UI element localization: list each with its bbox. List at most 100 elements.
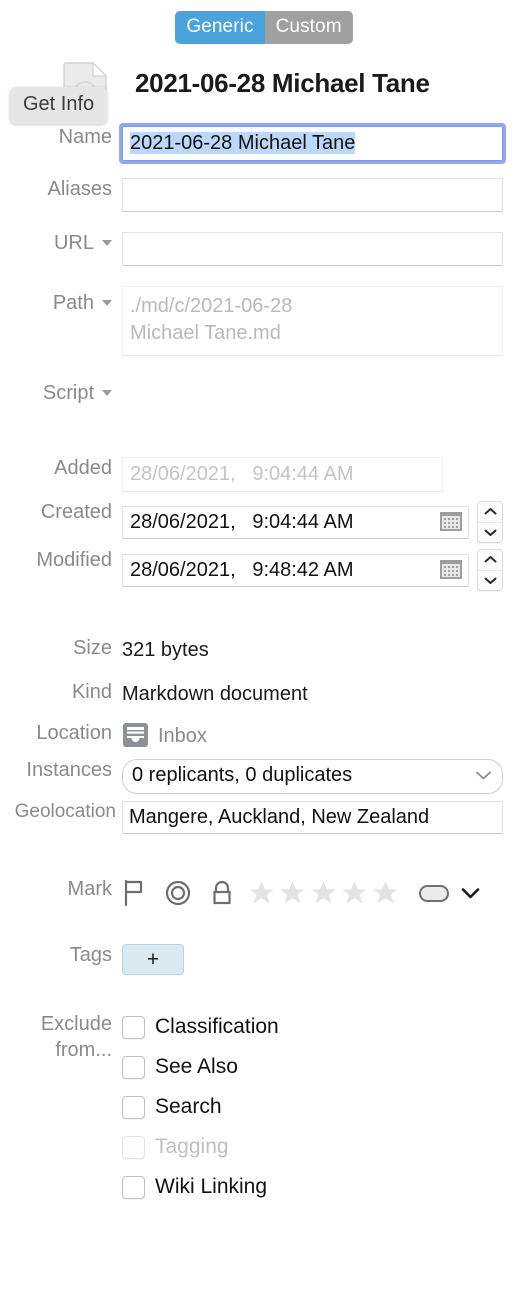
document-header: D Get Info 2021-06-28 Michael Tane — [0, 58, 528, 124]
label-color-pill[interactable] — [419, 884, 449, 902]
kind-value: Markdown document — [122, 683, 308, 705]
field-row-added: Added 28/06/2021, 9:04:44 AM — [0, 457, 528, 492]
star-icon[interactable] — [370, 879, 401, 907]
field-row-mark: Mark — [0, 878, 528, 907]
field-row-location: Location Inbox — [0, 722, 528, 748]
path-input[interactable]: ./md/c/2021-06-28 Michael Tane.md — [122, 286, 503, 356]
aliases-label: Aliases — [47, 178, 112, 200]
instances-label: Instances — [26, 759, 112, 781]
bullseye-icon[interactable] — [163, 879, 193, 907]
field-row-tags: Tags + — [0, 944, 528, 975]
created-stepper[interactable] — [477, 501, 503, 543]
checkbox-row-see-also[interactable]: See Also — [122, 1047, 503, 1087]
instances-value: 0 replicants, 0 duplicates — [132, 764, 353, 786]
created-date-value: 28/06/2021, 9:04:44 AM — [130, 510, 354, 533]
add-tag-button[interactable]: + — [122, 944, 184, 975]
path-line-1: ./md/c/2021-06-28 — [130, 295, 293, 317]
tags-label: Tags — [69, 944, 112, 966]
flag-icon[interactable] — [122, 879, 146, 907]
exclude-from-label-line1: Exclude — [40, 1013, 112, 1035]
path-menu-chevron-down-icon[interactable] — [102, 300, 112, 306]
exclude-from-label: Exclude from... — [0, 1007, 122, 1063]
created-stepper-down[interactable] — [478, 523, 502, 543]
modified-stepper[interactable] — [477, 549, 503, 591]
checkbox-row-wiki-linking[interactable]: Wiki Linking — [122, 1167, 503, 1207]
created-stepper-up[interactable] — [478, 502, 502, 523]
checkbox-wiki-linking[interactable] — [122, 1175, 145, 1199]
field-row-script: Script — [0, 382, 528, 405]
modified-label: Modified — [36, 549, 112, 571]
field-row-modified: Modified 28/06/2021, 9:48:42 AM — [0, 549, 528, 591]
size-value: 321 bytes — [122, 639, 209, 661]
chevron-down-icon[interactable] — [460, 886, 481, 900]
field-row-aliases: Aliases — [0, 178, 528, 212]
calendar-icon[interactable] — [438, 559, 464, 581]
script-menu-chevron-down-icon[interactable] — [102, 390, 112, 396]
name-input[interactable]: 2021-06-28 Michael Tane — [119, 123, 506, 164]
tab-generic[interactable]: Generic — [175, 11, 265, 44]
url-input[interactable] — [122, 232, 503, 266]
checkbox-label-search: Search — [155, 1095, 222, 1118]
chevron-down-icon — [484, 577, 496, 584]
added-label: Added — [54, 457, 112, 479]
modified-date-value: 28/06/2021, 9:48:42 AM — [130, 558, 354, 581]
geolocation-input[interactable]: Mangere, Auckland, New Zealand — [122, 801, 503, 834]
path-label-text: Path — [52, 292, 94, 314]
created-date-input[interactable]: 28/06/2021, 9:04:44 AM — [122, 505, 469, 539]
path-label: Path — [0, 286, 122, 315]
chevron-down-icon — [484, 529, 496, 536]
field-row-path: Path ./md/c/2021-06-28 Michael Tane.md — [0, 286, 528, 356]
field-row-exclude-from: Exclude from... Classification See Also … — [0, 1007, 528, 1207]
kind-label: Kind — [71, 681, 112, 703]
star-icon[interactable] — [277, 879, 308, 907]
location-value: Inbox — [158, 724, 207, 747]
url-menu-chevron-down-icon[interactable] — [102, 240, 112, 246]
field-row-created: Created 28/06/2021, 9:04:44 AM — [0, 501, 528, 543]
name-input-value: 2021-06-28 Michael Tane — [130, 132, 356, 154]
page-title: 2021-06-28 Michael Tane — [135, 68, 430, 98]
get-info-tooltip: Get Info — [10, 87, 108, 124]
exclude-from-label-line2: from... — [55, 1038, 112, 1061]
aliases-input[interactable] — [122, 178, 503, 212]
checkbox-search[interactable] — [122, 1095, 145, 1119]
field-row-size: Size 321 bytes — [0, 637, 528, 662]
modified-stepper-up[interactable] — [478, 550, 502, 571]
checkbox-tagging — [122, 1135, 145, 1159]
modified-stepper-down[interactable] — [478, 571, 502, 591]
checkbox-row-tagging: Tagging — [122, 1127, 503, 1167]
script-label: Script — [0, 382, 122, 405]
field-row-geolocation: Geolocation Mangere, Auckland, New Zeala… — [0, 801, 528, 834]
checkbox-label-see-also: See Also — [155, 1055, 238, 1078]
location-label: Location — [36, 722, 112, 744]
rating-stars[interactable] — [246, 879, 401, 907]
chevron-up-icon — [484, 508, 496, 515]
size-label: Size — [73, 637, 112, 659]
field-row-instances: Instances 0 replicants, 0 duplicates — [0, 759, 528, 794]
checkbox-see-also[interactable] — [122, 1055, 145, 1079]
lock-icon[interactable] — [210, 879, 234, 907]
script-label-text: Script — [42, 382, 94, 404]
checkbox-label-wiki-linking: Wiki Linking — [155, 1175, 268, 1198]
tab-custom[interactable]: Custom — [264, 11, 353, 44]
checkbox-classification[interactable] — [122, 1015, 145, 1039]
url-label-text: URL — [53, 232, 94, 254]
chevron-down-icon — [476, 771, 491, 780]
view-mode-segmented-control: Generic Custom — [0, 0, 528, 44]
field-row-name: Name 2021-06-28 Michael Tane — [0, 123, 528, 164]
inbox-icon — [123, 723, 148, 747]
checkbox-row-classification[interactable]: Classification — [122, 1007, 503, 1047]
modified-date-input[interactable]: 28/06/2021, 9:48:42 AM — [122, 553, 469, 587]
get-info-panel: Generic Custom D Get Info 2021-06-28 Mic… — [0, 0, 528, 1306]
calendar-icon[interactable] — [438, 511, 464, 533]
field-row-url: URL — [0, 232, 528, 266]
added-value: 28/06/2021, 9:04:44 AM — [122, 457, 443, 492]
star-icon[interactable] — [339, 879, 370, 907]
checkbox-label-classification: Classification — [155, 1015, 279, 1038]
checkbox-row-search[interactable]: Search — [122, 1087, 503, 1127]
instances-select[interactable]: 0 replicants, 0 duplicates — [122, 759, 503, 794]
created-label: Created — [40, 501, 112, 523]
star-icon[interactable] — [308, 879, 339, 907]
star-icon[interactable] — [246, 879, 277, 907]
path-line-2: Michael Tane.md — [130, 322, 281, 344]
checkbox-label-tagging: Tagging — [155, 1135, 229, 1158]
